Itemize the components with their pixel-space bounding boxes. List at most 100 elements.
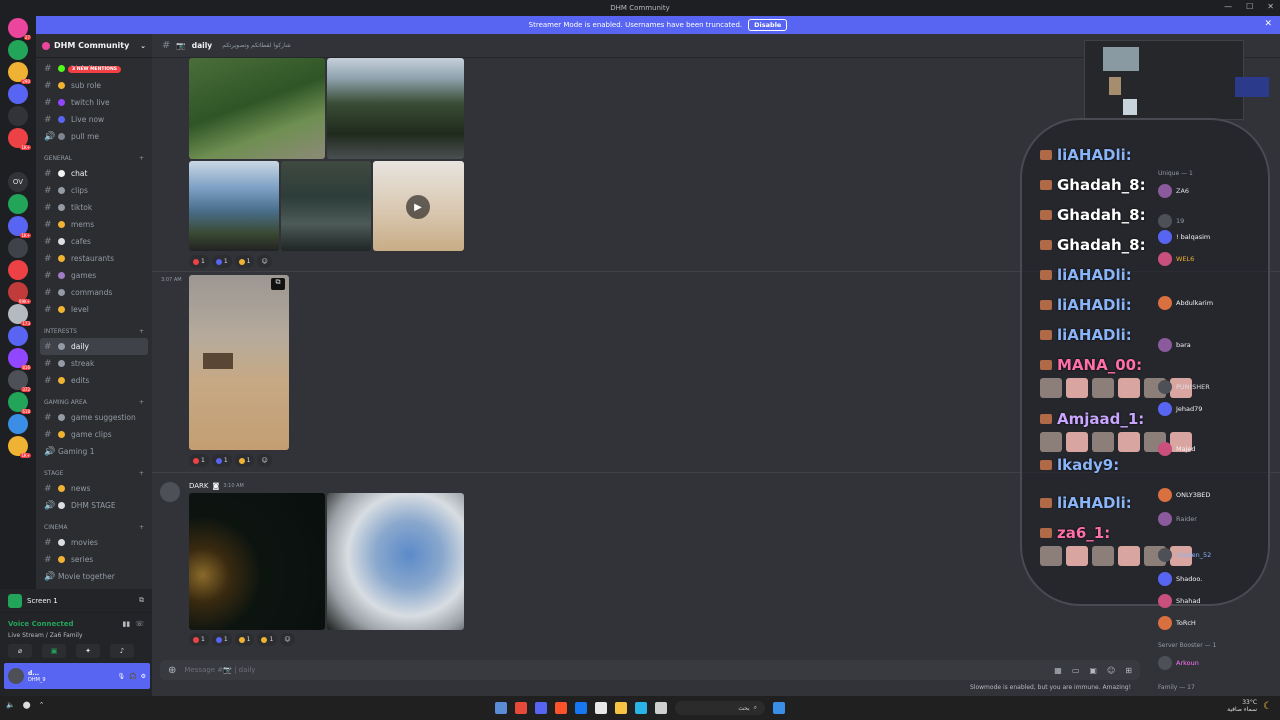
- author-name[interactable]: DARK: [189, 482, 209, 490]
- screen-share-button[interactable]: ▣: [42, 644, 66, 658]
- member-item[interactable]: WEL6: [1158, 252, 1194, 266]
- server-icon[interactable]: [8, 194, 28, 214]
- reaction-button[interactable]: 1: [234, 633, 255, 646]
- image-attachment[interactable]: [327, 493, 464, 630]
- member-item[interactable]: Jehad79: [1158, 402, 1202, 416]
- server-icon[interactable]: 1K+: [8, 436, 31, 458]
- taskbar-app-icon[interactable]: [575, 702, 587, 714]
- sticker-icon[interactable]: ▣: [1089, 666, 1097, 675]
- add-channel-icon[interactable]: +: [139, 524, 144, 531]
- member-item[interactable]: Family — 17: [1158, 684, 1195, 691]
- member-item[interactable]: ! balqasim: [1158, 230, 1210, 244]
- member-item[interactable]: Unique — 1: [1158, 170, 1193, 177]
- add-channel-icon[interactable]: +: [139, 328, 144, 335]
- taskbar-app-icon[interactable]: [635, 702, 647, 714]
- gif-icon[interactable]: ▭: [1072, 666, 1080, 675]
- image-attachment[interactable]: [281, 161, 371, 251]
- reaction-button[interactable]: 1: [189, 255, 209, 268]
- channel-item[interactable]: # cafes: [36, 233, 152, 250]
- add-channel-icon[interactable]: +: [139, 470, 144, 477]
- add-channel-icon[interactable]: +: [139, 399, 144, 406]
- add-reaction-icon[interactable]: ☺: [257, 454, 272, 467]
- voice-detail[interactable]: Live Stream / Za6 Family: [8, 632, 83, 639]
- member-item[interactable]: Shahad: [1158, 594, 1200, 608]
- channel-item[interactable]: # mems: [36, 216, 152, 233]
- taskbar-app-icon[interactable]: [595, 702, 607, 714]
- member-item[interactable]: 19: [1158, 214, 1184, 228]
- taskbar-app-icon[interactable]: [555, 702, 567, 714]
- maximize-icon[interactable]: ☐: [1246, 2, 1253, 11]
- disable-button[interactable]: Disable: [748, 19, 788, 31]
- channel-item[interactable]: # streak: [36, 355, 152, 372]
- add-reaction-icon[interactable]: ☺: [257, 255, 272, 268]
- channel-item[interactable]: # edits: [36, 372, 152, 389]
- member-item[interactable]: shaden_52: [1158, 548, 1211, 562]
- speaker-icon[interactable]: 🔈: [6, 701, 15, 709]
- windows-start-icon[interactable]: [773, 702, 785, 714]
- member-item[interactable]: Arkoun: [1158, 656, 1199, 670]
- channel-item[interactable]: # series: [36, 551, 152, 568]
- category-header[interactable]: CINEMA +: [36, 514, 152, 534]
- reaction-button[interactable]: 1: [211, 633, 232, 646]
- disconnect-icon[interactable]: ☏: [135, 620, 144, 628]
- channel-item[interactable]: 🔊 Movie together: [36, 568, 152, 585]
- taskbar-app-icon[interactable]: [655, 702, 667, 714]
- activities-button[interactable]: ✦: [76, 644, 100, 658]
- server-icon[interactable]: 290: [8, 62, 31, 84]
- image-attachment[interactable]: [327, 58, 464, 159]
- mic-icon[interactable]: 🎙: [118, 673, 126, 680]
- member-item[interactable]: PUN!SHER: [1158, 380, 1210, 394]
- image-attachment[interactable]: [189, 161, 279, 251]
- channel-item[interactable]: # game clips: [36, 426, 152, 443]
- channel-item[interactable]: # commands: [36, 284, 152, 301]
- taskbar-app-icon[interactable]: [495, 702, 507, 714]
- member-item[interactable]: ZA6: [1158, 184, 1189, 198]
- member-item[interactable]: Shadoo.: [1158, 572, 1202, 586]
- avatar[interactable]: [8, 668, 24, 684]
- emoji-icon[interactable]: ☺: [1107, 666, 1115, 675]
- channel-item[interactable]: # Live now: [36, 111, 152, 128]
- member-item[interactable]: ToRcH: [1158, 616, 1196, 630]
- server-icon[interactable]: OV: [8, 172, 28, 192]
- channel-item[interactable]: # twitch live: [36, 94, 152, 111]
- reaction-button[interactable]: 1: [234, 454, 255, 467]
- channel-item[interactable]: # clips: [36, 182, 152, 199]
- server-icon[interactable]: [8, 238, 28, 258]
- server-icon[interactable]: 1K+: [8, 128, 31, 150]
- reaction-button[interactable]: 1: [234, 255, 255, 268]
- channel-item[interactable]: 🔊 pull me: [36, 128, 152, 145]
- channel-item[interactable]: # daily: [40, 338, 148, 355]
- add-channel-icon[interactable]: +: [139, 155, 144, 162]
- member-item[interactable]: Raider: [1158, 512, 1197, 526]
- channel-item[interactable]: 🔊 Gaming 1: [36, 443, 152, 460]
- server-icon[interactable]: 372: [8, 370, 31, 392]
- chevron-up-icon[interactable]: ⌃: [39, 701, 45, 709]
- message-input[interactable]: Message #📷 | daily: [184, 666, 255, 674]
- server-icon[interactable]: [8, 106, 28, 126]
- server-icon[interactable]: 816: [8, 348, 31, 370]
- soundboard-button[interactable]: ♪: [110, 644, 134, 658]
- member-item[interactable]: bara: [1158, 338, 1191, 352]
- gear-icon[interactable]: ⚙: [141, 673, 146, 680]
- server-icon[interactable]: [8, 150, 28, 170]
- reaction-button[interactable]: 1: [211, 454, 232, 467]
- minimize-icon[interactable]: —: [1224, 2, 1232, 11]
- server-icon[interactable]: 99K+: [8, 282, 31, 304]
- channel-item[interactable]: # game suggestion: [36, 409, 152, 426]
- server-icon[interactable]: 173: [8, 304, 31, 326]
- play-icon[interactable]: ▶: [406, 195, 430, 219]
- banner-close-icon[interactable]: ✕: [1264, 19, 1272, 29]
- category-header[interactable]: GENERAL +: [36, 145, 152, 165]
- image-menu-icon[interactable]: ⧉: [271, 278, 285, 290]
- reaction-button[interactable]: 1: [189, 454, 209, 467]
- channel-item[interactable]: 🔊 DHM STAGE: [36, 497, 152, 514]
- headset-icon[interactable]: 🎧: [129, 673, 136, 680]
- image-attachment[interactable]: [189, 58, 325, 159]
- member-item[interactable]: Abdulkarim: [1158, 296, 1213, 310]
- gift-icon[interactable]: ▦: [1054, 666, 1062, 675]
- channel-item[interactable]: # news: [36, 480, 152, 497]
- server-icon[interactable]: 27: [8, 18, 31, 40]
- server-icon[interactable]: [8, 414, 28, 434]
- server-icon[interactable]: [8, 40, 28, 60]
- taskbar-app-icon[interactable]: [615, 702, 627, 714]
